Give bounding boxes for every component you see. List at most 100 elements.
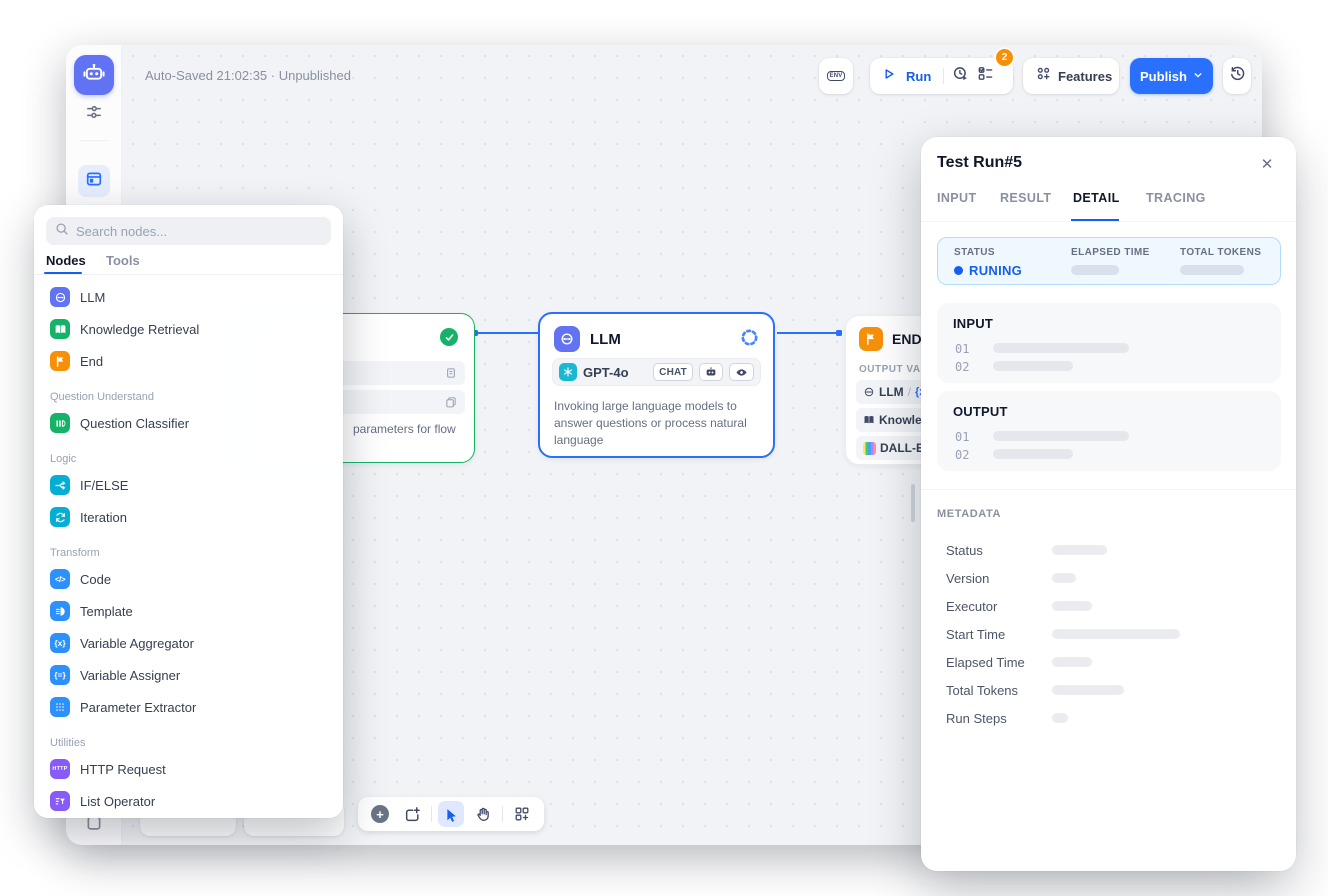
version-history-button[interactable]: [1223, 58, 1251, 94]
node-panel-toggle[interactable]: [78, 165, 110, 197]
flag-icon: [50, 351, 70, 371]
meta-skeleton: [1052, 545, 1107, 555]
canvas-scrollbar[interactable]: [911, 484, 915, 522]
meta-label-start-time: Start Time: [946, 627, 1005, 642]
running-dot-icon: [954, 266, 963, 275]
play-icon: [882, 67, 896, 86]
meta-label-run-steps: Run Steps: [946, 711, 1007, 726]
meta-label-total-tokens: Total Tokens: [946, 683, 1018, 698]
close-icon[interactable]: ✕: [1256, 153, 1278, 175]
publish-button[interactable]: Publish: [1130, 58, 1213, 94]
env-icon: ENV: [827, 71, 846, 81]
connector-llm-end: [777, 332, 838, 334]
llm-node[interactable]: LLM GPT-4o CHAT Invoking large language …: [538, 312, 775, 458]
input-card: INPUT 01 02: [937, 303, 1281, 383]
classifier-icon: [50, 413, 70, 433]
node-item-list-operator[interactable]: List Operator: [42, 785, 335, 817]
meta-skeleton: [1052, 629, 1180, 639]
elapsed-time-skeleton: [1071, 265, 1119, 275]
variable-x-icon: {x}: [50, 633, 70, 653]
group-header-logic: Logic: [50, 453, 76, 465]
env-button[interactable]: ENV: [819, 58, 853, 94]
add-node-button[interactable]: +: [367, 801, 393, 827]
end-row-label: LLM: [879, 385, 904, 399]
node-item-parameter-extractor[interactable]: Parameter Extractor: [42, 691, 335, 723]
node-item-variable-assigner[interactable]: {=} Variable Assigner: [42, 659, 335, 691]
end-row-label: DALL-E: [880, 441, 924, 455]
tab-result[interactable]: RESULT: [1000, 191, 1051, 205]
run-group: Run: [870, 58, 1013, 94]
node-item-llm[interactable]: LLM: [42, 281, 335, 313]
running-spinner-icon: [740, 328, 759, 352]
tab-tools[interactable]: Tools: [106, 253, 140, 268]
llm-icon: [50, 287, 70, 307]
output-skeleton: [993, 449, 1073, 459]
elapsed-time-label: ELAPSED TIME: [1071, 247, 1150, 258]
model-selector[interactable]: GPT-4o CHAT: [552, 358, 761, 386]
tab-detail[interactable]: DETAIL: [1073, 191, 1120, 205]
checklist-button[interactable]: [977, 65, 994, 87]
branch-icon: [50, 475, 70, 495]
search-icon: [55, 222, 69, 241]
group-header-utilities: Utilities: [50, 737, 85, 749]
toolbar-divider: [943, 68, 944, 84]
robot-icon: [82, 61, 106, 90]
organize-nodes-button[interactable]: [509, 801, 535, 827]
node-item-if-else[interactable]: IF/ELSE: [42, 469, 335, 501]
openai-icon: [559, 363, 577, 381]
metadata-title: METADATA: [937, 508, 1001, 520]
node-item-template[interactable]: Template: [42, 595, 335, 627]
filter-list-icon: [50, 791, 70, 811]
pointer-tool-button[interactable]: [438, 801, 464, 827]
llm-node-description: Invoking large language models to answer…: [554, 398, 766, 449]
preferences-button[interactable]: [85, 103, 103, 126]
meta-skeleton: [1052, 573, 1076, 583]
code-icon: </>: [50, 569, 70, 589]
chevron-down-icon: [1193, 67, 1203, 85]
search-input[interactable]: [76, 224, 322, 239]
checklist-badge: 2: [996, 49, 1013, 66]
run-button[interactable]: Run: [882, 67, 935, 86]
http-icon: HTTP: [50, 759, 70, 779]
hand-tool-button[interactable]: [470, 801, 496, 827]
group-header-transform: Transform: [50, 547, 100, 559]
node-item-end[interactable]: End: [42, 345, 335, 377]
group-header-question-understand: Question Understand: [50, 391, 154, 403]
total-tokens-label: TOTAL TOKENS: [1180, 247, 1261, 258]
node-item-variable-aggregator[interactable]: {x} Variable Aggregator: [42, 627, 335, 659]
start-node-description: parameters for flow: [353, 421, 465, 437]
sliders-icon: [85, 103, 103, 126]
canvas-toolbar: +: [358, 797, 544, 831]
meta-skeleton: [1052, 657, 1092, 667]
variable-assign-icon: {=}: [50, 665, 70, 685]
meta-label-status: Status: [946, 543, 983, 558]
node-item-iteration[interactable]: Iteration: [42, 501, 335, 533]
status-card: STATUS RUNING ELAPSED TIME TOTAL TOKENS: [937, 237, 1281, 285]
app-logo[interactable]: [74, 55, 114, 95]
line-number: 02: [955, 360, 969, 374]
node-item-knowledge-retrieval[interactable]: Knowledge Retrieval: [42, 313, 335, 345]
end-node-icon: [859, 327, 883, 351]
meta-skeleton: [1052, 685, 1124, 695]
add-note-button[interactable]: [399, 801, 425, 827]
output-card: OUTPUT 01 02: [937, 391, 1281, 471]
plus-circle-icon: +: [371, 805, 389, 823]
line-number: 01: [955, 342, 969, 356]
line-number: 01: [955, 430, 969, 444]
tabs-divider: [921, 221, 1296, 222]
tab-nodes[interactable]: Nodes: [46, 253, 86, 268]
node-item-code[interactable]: </> Code: [42, 563, 335, 595]
meta-label-version: Version: [946, 571, 989, 586]
node-item-question-classifier[interactable]: Question Classifier: [42, 407, 335, 439]
tab-tracing[interactable]: TRACING: [1146, 191, 1206, 205]
dalle-icon: [863, 442, 876, 455]
tab-input[interactable]: INPUT: [937, 191, 977, 205]
run-history-button[interactable]: [952, 65, 969, 87]
autosave-status: Auto-Saved 21:02:35 · Unpublished: [145, 68, 351, 83]
model-name: GPT-4o: [583, 365, 647, 380]
input-skeleton: [993, 361, 1073, 371]
features-button[interactable]: Features: [1023, 58, 1119, 94]
node-search-box[interactable]: [46, 217, 331, 245]
node-item-http-request[interactable]: HTTP HTTP Request: [42, 753, 335, 785]
book-icon: [50, 319, 70, 339]
